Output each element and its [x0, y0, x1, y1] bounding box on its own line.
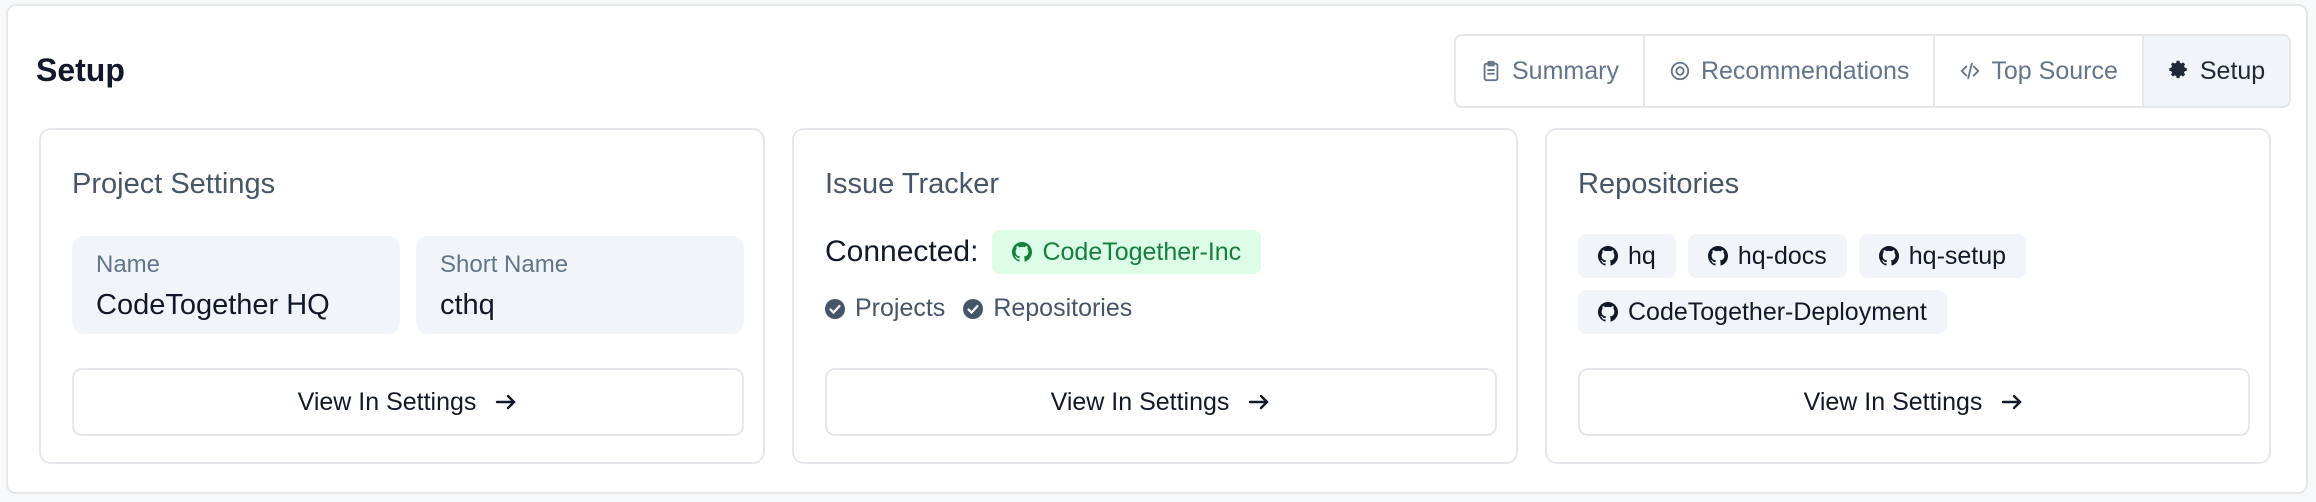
repository-chip[interactable]: hq-docs — [1687, 234, 1847, 278]
tab-recommendations-label: Recommendations — [1700, 56, 1910, 85]
project-view-in-settings-label: View In Settings — [297, 387, 477, 416]
short-name-value: cthq — [440, 289, 495, 321]
repository-chip[interactable]: CodeTogether-Deployment — [1578, 290, 1947, 334]
repositories-card: Repositories hq hq-docs hq-setup CodeTog… — [1545, 128, 2271, 464]
issue-tracker-view-in-settings-button[interactable]: View In Settings — [825, 368, 1497, 436]
tab-summary-label: Summary — [1512, 56, 1619, 85]
tab-top-source-label: Top Source — [1991, 56, 2118, 85]
target-icon — [1670, 61, 1690, 81]
page-title: Setup — [36, 52, 125, 88]
project-settings-title: Project Settings — [72, 168, 276, 200]
arrow-right-icon — [2002, 394, 2023, 410]
check-circle-icon — [825, 298, 845, 319]
project-settings-card: Project Settings Name CodeTogether HQ Sh… — [39, 128, 765, 464]
permission-repositories-label: Repositories — [993, 294, 1133, 322]
check-circle-icon — [963, 298, 984, 319]
repository-list: hq hq-docs hq-setup CodeTogether-Deploym… — [1578, 234, 2250, 334]
arrow-right-icon — [1249, 394, 1270, 410]
github-icon — [1878, 246, 1899, 266]
github-icon — [1012, 242, 1033, 262]
name-value: CodeTogether HQ — [96, 289, 330, 321]
permission-projects: Projects — [825, 294, 945, 323]
repository-label: CodeTogether-Deployment — [1628, 297, 1927, 326]
code-icon — [1960, 62, 1980, 80]
view-tabs: Summary Recommendations Top Source Setup — [1454, 34, 2292, 108]
tab-summary[interactable]: Summary — [1456, 36, 1645, 106]
permissions-row: Projects Repositories — [825, 294, 1132, 323]
connected-label: Connected: — [825, 235, 979, 268]
gear-icon — [2169, 60, 2187, 79]
clipboard-icon — [1483, 60, 1499, 82]
permission-repositories: Repositories — [963, 294, 1132, 323]
connected-org-badge[interactable]: CodeTogether-Inc — [992, 230, 1262, 274]
repository-chip[interactable]: hq-setup — [1858, 234, 2027, 278]
repository-chip[interactable]: hq — [1578, 234, 1676, 278]
github-icon — [1707, 246, 1728, 266]
name-label: Name — [96, 251, 161, 278]
issue-tracker-view-in-settings-label: View In Settings — [1050, 387, 1230, 416]
github-icon — [1598, 302, 1618, 322]
short-name-field: Short Name cthq — [416, 236, 744, 334]
setup-panel: Setup Summary Recommendations Top Source… — [6, 4, 2308, 494]
tab-top-source[interactable]: Top Source — [1935, 36, 2144, 106]
repository-label: hq — [1628, 241, 1656, 270]
tab-setup[interactable]: Setup — [2143, 36, 2290, 106]
repository-label: hq-setup — [1908, 241, 2007, 270]
project-view-in-settings-button[interactable]: View In Settings — [72, 368, 744, 436]
issue-tracker-title: Issue Tracker — [825, 168, 1000, 200]
connected-org-label: CodeTogether-Inc — [1042, 237, 1242, 266]
short-name-label: Short Name — [440, 251, 569, 278]
issue-tracker-card: Issue Tracker Connected: CodeTogether-In… — [792, 128, 1518, 464]
repositories-view-in-settings-label: View In Settings — [1803, 387, 1983, 416]
repositories-title: Repositories — [1578, 168, 1740, 200]
name-field: Name CodeTogether HQ — [72, 236, 400, 334]
repositories-view-in-settings-button[interactable]: View In Settings — [1578, 368, 2250, 436]
tab-setup-label: Setup — [2199, 56, 2266, 85]
arrow-right-icon — [496, 394, 517, 410]
connected-row: Connected: CodeTogether-Inc — [825, 230, 1262, 274]
repository-label: hq-docs — [1737, 241, 1827, 270]
permission-projects-label: Projects — [855, 294, 946, 322]
github-icon — [1598, 246, 1618, 266]
tab-recommendations[interactable]: Recommendations — [1645, 36, 1936, 106]
